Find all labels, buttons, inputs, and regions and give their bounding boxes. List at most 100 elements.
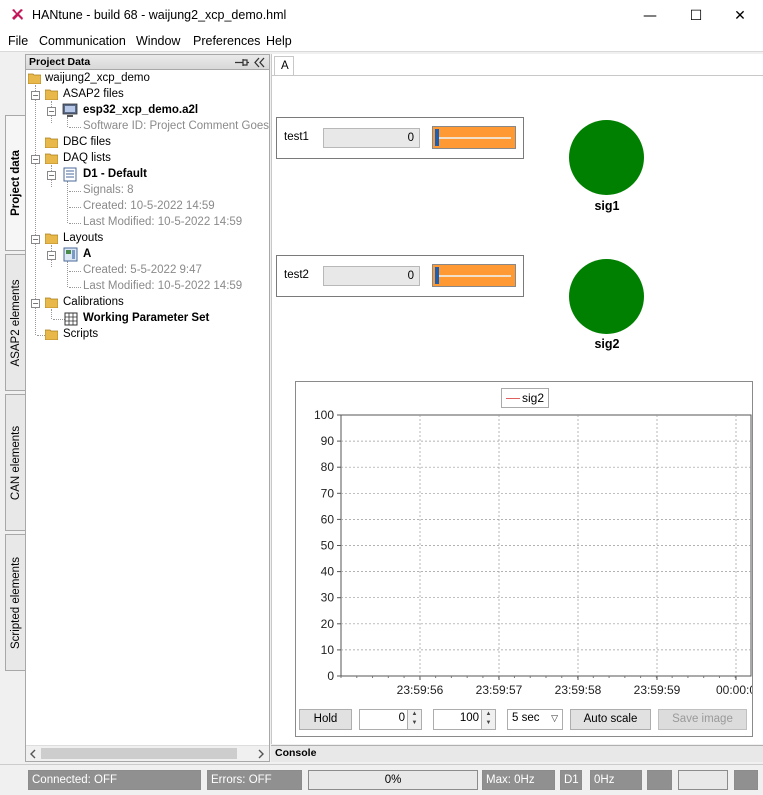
tree-line: [67, 117, 68, 127]
collapse-toggle[interactable]: −: [31, 235, 40, 244]
y-tick-label: 0: [327, 669, 334, 683]
tree-line: [69, 191, 81, 192]
layout-tab-label: A: [281, 60, 289, 72]
y-tick-label: 50: [321, 539, 335, 553]
y-tick-label: 30: [321, 591, 335, 605]
menu-bar: File Communication Window Preferences He…: [0, 31, 763, 52]
x-tick-label: 23:59:59: [634, 683, 681, 697]
tab-scripted-elements[interactable]: Scripted elements: [5, 534, 25, 671]
plot-legend: sig2: [501, 388, 549, 408]
y-tick-label: 20: [321, 617, 335, 631]
tree-daq-default[interactable]: D1 - Default: [83, 168, 147, 180]
collapse-panel-icon[interactable]: [253, 57, 266, 68]
tab-divider: [272, 75, 763, 76]
scroll-left-icon[interactable]: [29, 749, 37, 759]
menu-window[interactable]: Window: [136, 34, 180, 48]
time-window-select[interactable]: 5 sec ▽: [507, 709, 563, 730]
hold-button[interactable]: Hold: [299, 709, 352, 730]
y-tick-label: 80: [321, 460, 335, 474]
menu-file[interactable]: File: [8, 34, 28, 48]
parameter-value-field[interactable]: 0: [323, 266, 420, 286]
folder-icon: [45, 153, 58, 164]
led-indicator-sig1: [569, 120, 644, 195]
menu-communication[interactable]: Communication: [39, 34, 126, 48]
parameter-slider[interactable]: [432, 126, 516, 149]
parameter-slider[interactable]: [432, 264, 516, 287]
parameter-editor-test1: test1 0: [276, 117, 524, 159]
tree-layout-created: Created: 5-5-2022 9:47: [83, 264, 202, 276]
auto-scale-button[interactable]: Auto scale: [570, 709, 651, 730]
status-max-rate: Max: 0Hz: [482, 770, 555, 790]
scroll-thumb[interactable]: [41, 748, 237, 759]
status-indicator: [734, 770, 758, 790]
collapse-toggle[interactable]: −: [31, 91, 40, 100]
window-title: HANtune - build 68 - waijung2_xcp_demo.h…: [32, 8, 287, 22]
spinner-arrows-icon[interactable]: ▲ ▼: [407, 710, 421, 729]
status-progress: 0%: [308, 770, 478, 790]
tree-layouts[interactable]: Layouts: [63, 232, 103, 244]
status-indicator: [647, 770, 672, 790]
title-bar: HANtune - build 68 - waijung2_xcp_demo.h…: [0, 0, 763, 31]
collapse-toggle[interactable]: −: [47, 171, 56, 180]
layout-area: A test1 0 test2 0 sig1 sig2 100 90 80 70 60 5…: [271, 54, 763, 744]
tab-project-data[interactable]: Project data: [5, 115, 25, 251]
tree-calibrations[interactable]: Calibrations: [63, 296, 124, 308]
minimize-button[interactable]: —: [627, 0, 673, 31]
collapse-toggle[interactable]: −: [47, 107, 56, 116]
x-tick-label: 23:59:57: [476, 683, 523, 697]
tree-parameter-set[interactable]: Working Parameter Set: [83, 312, 209, 324]
status-bar: Connected: OFF Errors: OFF 0% Max: 0Hz D…: [0, 764, 763, 795]
collapse-toggle[interactable]: −: [31, 155, 40, 164]
tree-scripts[interactable]: Scripts: [63, 328, 98, 340]
console-title: Console: [275, 747, 317, 759]
collapse-toggle[interactable]: −: [31, 299, 40, 308]
tab-can-elements[interactable]: CAN elements: [5, 394, 25, 531]
tab-asap2-elements[interactable]: ASAP2 elements: [5, 254, 25, 391]
x-tick-label: 00:00:0: [716, 683, 752, 697]
tree-root[interactable]: waijung2_xcp_demo: [45, 72, 150, 84]
y-tick-label: 100: [314, 408, 334, 422]
tree-line: [69, 127, 81, 128]
spinner-arrows-icon[interactable]: ▲ ▼: [481, 710, 495, 729]
collapse-toggle[interactable]: −: [47, 251, 56, 260]
scroll-right-icon[interactable]: [257, 749, 265, 759]
project-data-panel: Project Data waijung2_xcp_demo − ASAP2 f…: [25, 54, 297, 762]
parameter-value-field[interactable]: 0: [323, 128, 420, 148]
parameter-set-icon: [64, 312, 78, 326]
slider-thumb[interactable]: [435, 129, 439, 146]
status-rate: 0Hz: [590, 770, 642, 790]
chevron-down-icon: ▽: [551, 713, 558, 723]
y-tick-label: 70: [321, 486, 335, 500]
tree-asap2-files[interactable]: ASAP2 files: [63, 88, 124, 100]
time-window-value: 5 sec: [512, 712, 540, 724]
status-daq: D1: [560, 770, 582, 790]
tree-daq-lists[interactable]: DAQ lists: [63, 152, 111, 164]
led-label: sig1: [594, 199, 620, 213]
slider-thumb[interactable]: [435, 267, 439, 284]
max-value: 100: [459, 712, 479, 724]
min-value-spinner[interactable]: 0 ▲ ▼: [359, 709, 422, 730]
layout-tab-a[interactable]: A: [274, 56, 294, 75]
menu-help[interactable]: Help: [266, 34, 292, 48]
menu-preferences[interactable]: Preferences: [193, 34, 260, 48]
parameter-editor-test2: test2 0: [276, 255, 524, 297]
tree-line: [69, 287, 81, 288]
slider-track: [439, 275, 511, 277]
tree-layout-a[interactable]: A: [83, 248, 91, 260]
folder-icon: [28, 73, 41, 84]
plot-canvas[interactable]: 100908070605040302010023:59:56 23:59:57 23…: [296, 382, 752, 702]
tree-software-id: Software ID: Project Comment Goes Here: [83, 120, 298, 132]
console-panel[interactable]: Console: [271, 745, 763, 762]
y-tick-label: 90: [321, 434, 335, 448]
tree-line: [69, 271, 81, 272]
tree-a2l-file[interactable]: esp32_xcp_demo.a2l: [83, 104, 198, 116]
maximize-button[interactable]: ☐: [673, 0, 719, 31]
folder-icon: [45, 297, 58, 308]
close-button[interactable]: ✕: [717, 0, 763, 31]
tree-line: [69, 223, 81, 224]
tree-dbc-files[interactable]: DBC files: [63, 136, 111, 148]
pin-icon[interactable]: [234, 57, 250, 68]
max-value-spinner[interactable]: 100 ▲ ▼: [433, 709, 496, 730]
legend-swatch: [506, 398, 520, 399]
horizontal-scrollbar[interactable]: [26, 745, 269, 761]
